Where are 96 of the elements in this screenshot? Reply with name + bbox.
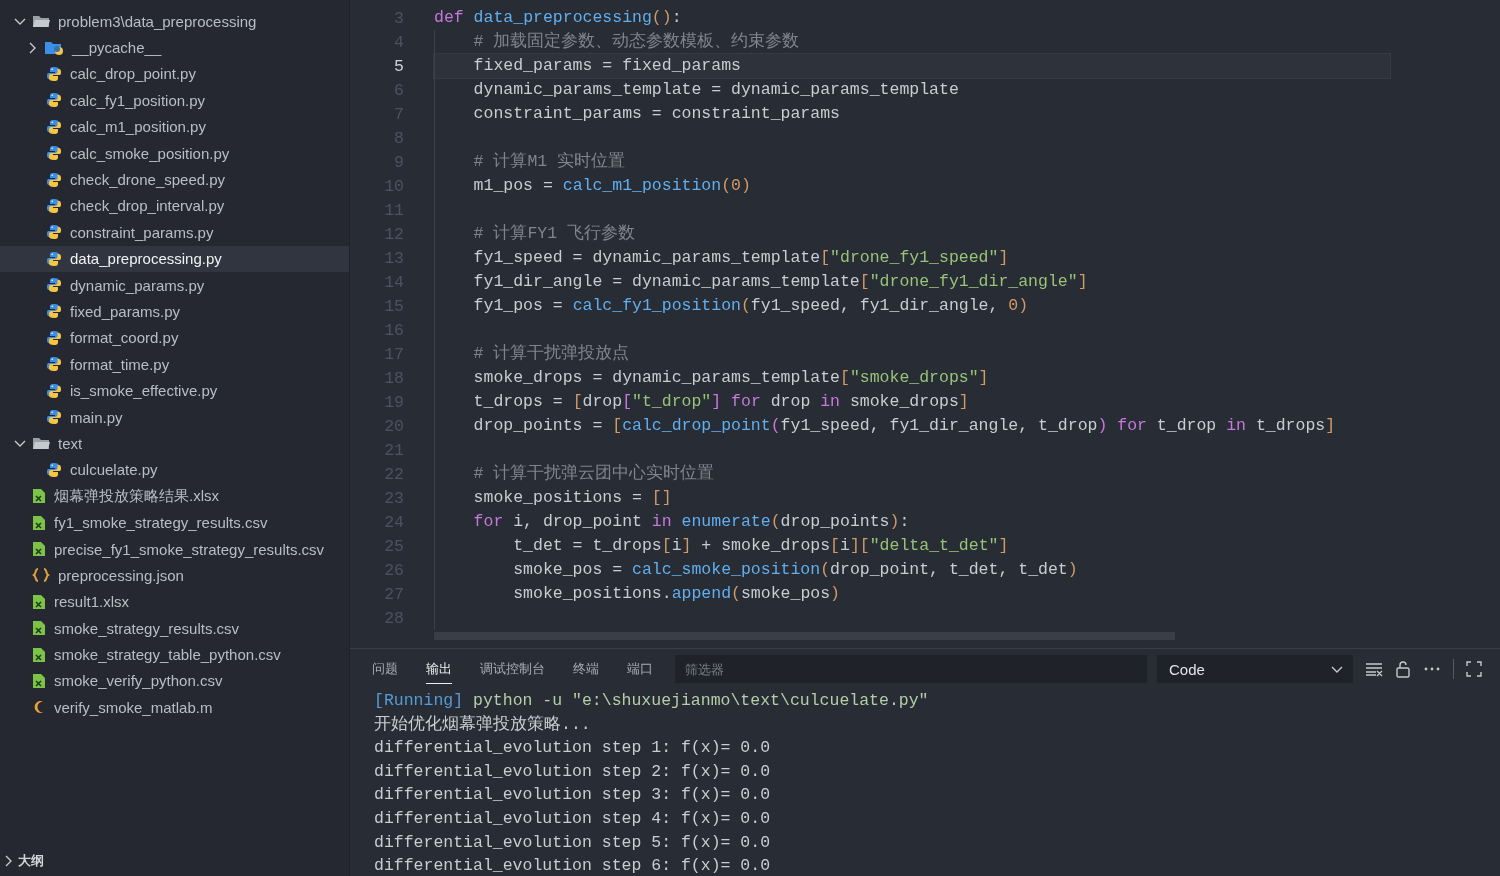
- tree-item[interactable]: culcuelate.py: [0, 456, 349, 484]
- python-icon: [46, 197, 62, 214]
- python-icon: [46, 329, 62, 346]
- tree-item[interactable]: dynamic_params.py: [0, 271, 349, 299]
- tree-item[interactable]: verify_smoke_matlab.m: [0, 694, 349, 721]
- tree-item[interactable]: __pycache__: [0, 34, 349, 61]
- panel-tab[interactable]: 输出: [426, 654, 452, 684]
- panel-tab[interactable]: 终端: [573, 654, 599, 684]
- code-line: constraint_params = constraint_params: [472, 103, 840, 125]
- output-line: 开始优化烟幕弹投放策略...: [374, 713, 592, 736]
- tree-item[interactable]: is_smoke_effective.py: [0, 377, 349, 404]
- spreadsheet-icon: [32, 620, 46, 637]
- code-line: smoke_positions.append(smoke_pos): [512, 583, 840, 605]
- tree-item[interactable]: calc_smoke_position.py: [0, 139, 349, 167]
- code-line: dynamic_params_template = dynamic_params_template: [472, 79, 959, 101]
- output-line: differential_evolution step 2: f(x)= 0.0: [374, 760, 772, 783]
- code-line: fy1_speed = dynamic_params_template["drone_fy1_speed"]: [472, 247, 1009, 269]
- tree-item[interactable]: precise_fy1_smoke_strategy_results.csv: [0, 535, 349, 563]
- spreadsheet-icon: [32, 593, 46, 610]
- spreadsheet-icon: [32, 541, 46, 557]
- output-channel-dropdown[interactable]: Code: [1157, 655, 1353, 683]
- lock-icon[interactable]: [1395, 660, 1411, 678]
- maximize-icon[interactable]: [1466, 661, 1482, 677]
- code-line: # 计算干扰弹投放点: [472, 343, 630, 365]
- python-icon: [46, 145, 62, 162]
- tree-item[interactable]: main.py: [0, 403, 349, 431]
- tree-item[interactable]: text: [0, 430, 349, 457]
- spreadsheet-icon: [32, 672, 46, 689]
- code-line: def data_preprocessing():: [434, 7, 682, 29]
- code-line: fixed_params = fixed_params: [472, 55, 741, 77]
- python-icon: [46, 356, 62, 373]
- python-icon: [46, 250, 62, 267]
- line-number: 5: [393, 56, 405, 76]
- output-line: [Running] python -u "e:\shuxuejianmo\text\culcuelate.py": [374, 690, 930, 712]
- crescent-icon: [32, 699, 46, 716]
- code-line: # 计算干扰弹云团中心实时位置: [472, 462, 715, 485]
- outline-label: 大纲: [18, 852, 44, 870]
- python-icon: [46, 171, 62, 188]
- code-line: m1_pos = calc_m1_position(0): [472, 175, 751, 197]
- output-line: differential_evolution step 1: f(x)= 0.0: [374, 737, 772, 760]
- output-line: differential_evolution step 4: f(x)= 0.0: [374, 807, 772, 830]
- code-line: t_det = t_drops[i] + smoke_drops[i]["delta_t_det"]: [512, 535, 1009, 557]
- code-line: # 计算FY1 飞行参数: [472, 223, 636, 245]
- code-line: for i, drop_point in enumerate(drop_points):: [472, 511, 910, 533]
- code-line: # 加载固定参数、动态参数模板、约束参数: [472, 30, 800, 53]
- tree-item[interactable]: check_drone_speed.py: [0, 166, 349, 193]
- code-line: fy1_pos = calc_fy1_position(fy1_speed, fy1_dir_angle, 0): [472, 295, 1029, 317]
- code-line: smoke_positions = []: [472, 487, 672, 509]
- tree-item[interactable]: smoke_strategy_table_python.csv: [0, 641, 349, 668]
- braces-icon: [32, 567, 50, 584]
- code-line: drop_points = [calc_drop_point(fy1_speed, fy1_dir_angle, t_drop) for t_drop in t_drops]: [472, 415, 1336, 437]
- tree-item[interactable]: calc_fy1_position.py: [0, 87, 349, 114]
- tree-item[interactable]: 烟幕弹投放策略结果.xlsx: [0, 483, 349, 510]
- tree-item[interactable]: format_time.py: [0, 351, 349, 378]
- tree-item[interactable]: data_preprocessing.py: [0, 245, 349, 272]
- code-line: smoke_drops = dynamic_params_template["smoke_drops"]: [472, 367, 989, 389]
- tree-item[interactable]: preprocessing.json: [0, 562, 349, 589]
- tree-item[interactable]: format_coord.py: [0, 324, 349, 352]
- spreadsheet-icon: [32, 514, 46, 531]
- code-line: fy1_dir_angle = dynamic_params_template["drone_fy1_dir_angle"]: [472, 271, 1088, 293]
- filter-field[interactable]: 筛选器: [675, 655, 1147, 683]
- spreadsheet-icon: [32, 646, 46, 663]
- tree-item[interactable]: check_drop_interval.py: [0, 192, 349, 220]
- python-icon: [46, 224, 62, 241]
- tree-item[interactable]: calc_drop_point.py: [0, 60, 349, 88]
- panel-tab[interactable]: 调试控制台: [480, 654, 545, 684]
- python-icon: [46, 277, 62, 294]
- tree-item[interactable]: result1.xlsx: [0, 588, 349, 615]
- tree-item[interactable]: fixed_params.py: [0, 298, 349, 325]
- spreadsheet-icon: [32, 488, 46, 505]
- tree-item[interactable]: problem3\data_preprocessing: [0, 8, 349, 35]
- code-line: smoke_pos = calc_smoke_position(drop_point, t_det, t_det): [512, 559, 1078, 581]
- python-icon: [46, 65, 62, 82]
- python-icon: [46, 118, 62, 135]
- tree-item[interactable]: calc_m1_position.py: [0, 113, 349, 140]
- tree-item[interactable]: fy1_smoke_strategy_results.csv: [0, 509, 349, 536]
- tree-item[interactable]: smoke_strategy_results.csv: [0, 615, 349, 642]
- folder-icon: [32, 13, 50, 30]
- list-lines-icon[interactable]: [1365, 661, 1383, 677]
- code-line: t_drops = [drop["t_drop"] for drop in smoke_drops]: [472, 391, 969, 413]
- folder-icon: [32, 435, 50, 452]
- python-icon: [46, 92, 62, 109]
- code-line: # 计算M1 实时位置: [472, 151, 626, 173]
- output-line: differential_evolution step 5: f(x)= 0.0: [374, 831, 772, 854]
- python-icon: [46, 409, 62, 426]
- python-icon: [46, 303, 62, 320]
- output-line: differential_evolution step 3: f(x)= 0.0: [374, 784, 772, 807]
- tree-item[interactable]: smoke_verify_python.csv: [0, 667, 349, 695]
- python-icon: [46, 461, 62, 478]
- python-icon: [46, 382, 62, 399]
- panel-tab[interactable]: 端口: [627, 654, 653, 684]
- output-line: differential_evolution step 6: f(x)= 0.0: [374, 855, 772, 876]
- outline-section-header[interactable]: 大纲: [0, 849, 349, 873]
- panel-tab[interactable]: 问题: [372, 654, 398, 684]
- tree-item[interactable]: constraint_params.py: [0, 219, 349, 246]
- folder-icon: [44, 39, 64, 56]
